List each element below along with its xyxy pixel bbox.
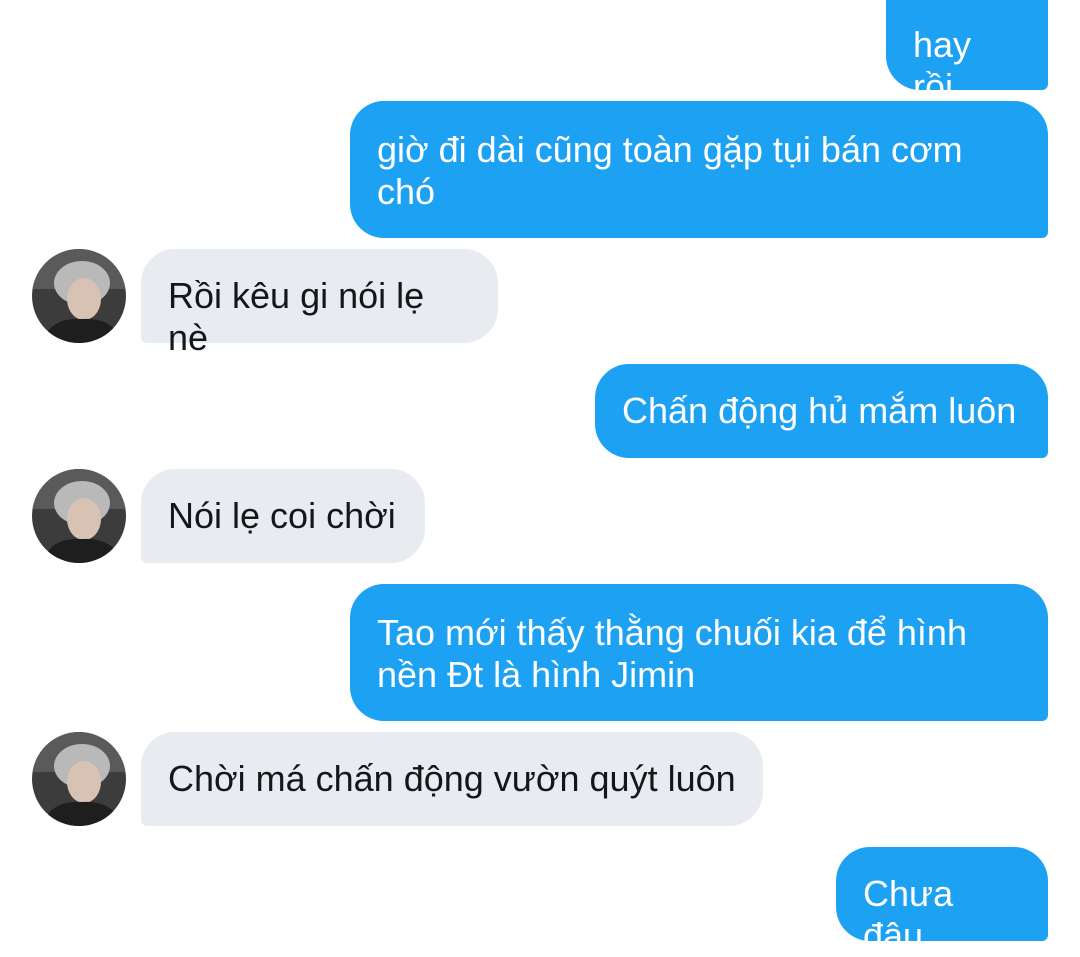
- message-text: hay rồi: [913, 24, 972, 107]
- incoming-message-bubble[interactable]: Rồi kêu gi nói lẹ nè: [141, 249, 498, 358]
- contact-avatar[interactable]: [32, 469, 126, 563]
- outgoing-message-bubble[interactable]: Chấn động hủ mắm luôn: [595, 364, 1048, 458]
- conversation-screen: { "messages": [ {"from": "me", "text": "…: [0, 0, 1080, 956]
- incoming-message-bubble[interactable]: Nói lẹ coi chời: [141, 469, 425, 563]
- message-text: Chấn động hủ mắm luôn: [622, 390, 1017, 431]
- message-text: Tao mới thấy thằng chuối kia để hình nền…: [377, 612, 967, 695]
- message-text: giờ đi dài cũng toàn gặp tụi bán cơm chó: [377, 129, 963, 212]
- incoming-message-bubble[interactable]: Chời má chấn động vườn quýt luôn: [141, 732, 763, 826]
- avatar-photo-icon: [32, 469, 126, 563]
- outgoing-message-bubble[interactable]: Chưa đâu: [836, 847, 1048, 956]
- outgoing-message-bubble[interactable]: giờ đi dài cũng toàn gặp tụi bán cơm chó: [350, 101, 1048, 238]
- message-text: Chời má chấn động vườn quýt luôn: [168, 758, 736, 799]
- outgoing-message-bubble[interactable]: Tao mới thấy thằng chuối kia để hình nền…: [350, 584, 1048, 721]
- avatar-photo-icon: [32, 732, 126, 826]
- contact-avatar[interactable]: [32, 732, 126, 826]
- contact-avatar[interactable]: [32, 249, 126, 343]
- message-text: Rồi kêu gi nói lẹ nè: [168, 275, 425, 358]
- outgoing-message-bubble[interactable]: hay rồi: [886, 0, 1048, 107]
- avatar-photo-icon: [32, 249, 126, 343]
- message-text: Nói lẹ coi chời: [168, 495, 396, 536]
